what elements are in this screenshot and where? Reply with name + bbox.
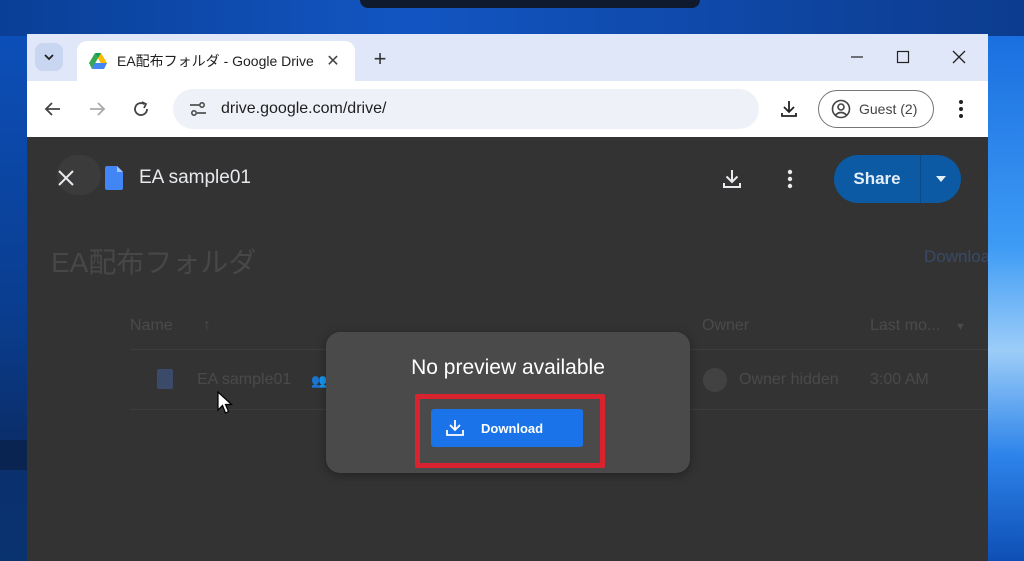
row-owner: Owner hidden <box>739 371 839 388</box>
desktop-shadow <box>360 0 700 8</box>
column-header-last-modified: Last mo... <box>870 317 941 334</box>
sort-dropdown-icon: ▼ <box>955 321 966 333</box>
column-header-name: Name <box>130 317 173 334</box>
document-icon <box>157 369 173 389</box>
download-icon <box>446 420 464 436</box>
no-preview-dialog: No preview available Download <box>326 332 690 473</box>
folder-title: EA配布フォルダ <box>51 247 257 278</box>
mouse-cursor-icon <box>217 391 233 414</box>
google-docs-icon <box>105 166 123 190</box>
no-preview-message: No preview available <box>411 356 605 379</box>
guest-avatar-icon <box>831 99 851 119</box>
owner-avatar <box>703 368 727 392</box>
sort-arrow-up-icon: ↑ <box>203 317 211 334</box>
site-info-icon[interactable] <box>185 96 211 122</box>
close-tab-icon[interactable]: ✕ <box>323 51 343 71</box>
tab-title: EA配布フォルダ - Google Drive <box>117 53 314 69</box>
downloads-icon[interactable] <box>775 95 803 123</box>
row-file-name: EA sample01 <box>197 371 292 388</box>
browser-window: EA配布フォルダ - Google Drive ✕ + drive.google… <box>27 34 988 561</box>
column-header-owner: Owner <box>702 317 750 334</box>
chevron-down-icon <box>44 54 54 61</box>
address-bar[interactable]: drive.google.com/drive/ <box>173 89 759 129</box>
download-icon[interactable] <box>717 164 747 194</box>
caret-down-icon <box>936 176 946 182</box>
file-preview-overlay: EA配布フォルダ Download Name ↑ Owner Last mo..… <box>27 137 988 561</box>
more-vert-icon[interactable] <box>947 95 975 123</box>
share-button-group: Share <box>834 155 961 203</box>
download-button-label: Download <box>481 420 544 436</box>
tab-active[interactable]: EA配布フォルダ - Google Drive ✕ <box>77 41 355 81</box>
desktop-wallpaper-left <box>0 36 27 561</box>
profile-label: Guest (2) <box>859 101 918 117</box>
forward-icon[interactable] <box>83 95 111 123</box>
url-text: drive.google.com/drive/ <box>221 100 387 117</box>
maximize-icon[interactable] <box>880 42 926 72</box>
row-modified: 3:00 AM <box>870 371 929 388</box>
close-window-icon[interactable] <box>936 42 982 72</box>
close-preview-icon[interactable] <box>51 163 81 193</box>
more-actions-icon[interactable] <box>775 164 805 194</box>
back-icon[interactable] <box>39 95 67 123</box>
tab-search-button[interactable] <box>35 43 63 71</box>
download-button[interactable]: Download <box>431 409 583 447</box>
profile-button[interactable]: Guest (2) <box>818 90 934 128</box>
google-drive-icon <box>89 53 107 69</box>
desktop-wallpaper-right <box>988 36 1024 561</box>
shared-icon: 👥 <box>311 373 328 388</box>
reload-icon[interactable] <box>127 95 155 123</box>
share-button[interactable]: Share <box>834 155 920 203</box>
tab-strip: EA配布フォルダ - Google Drive ✕ + <box>27 34 988 81</box>
download-folder-link: Download <box>924 247 988 266</box>
preview-file-name: EA sample01 <box>139 167 251 188</box>
minimize-icon[interactable] <box>834 42 880 72</box>
new-tab-icon[interactable]: + <box>367 46 393 72</box>
browser-toolbar: drive.google.com/drive/ Guest (2) <box>27 81 988 137</box>
